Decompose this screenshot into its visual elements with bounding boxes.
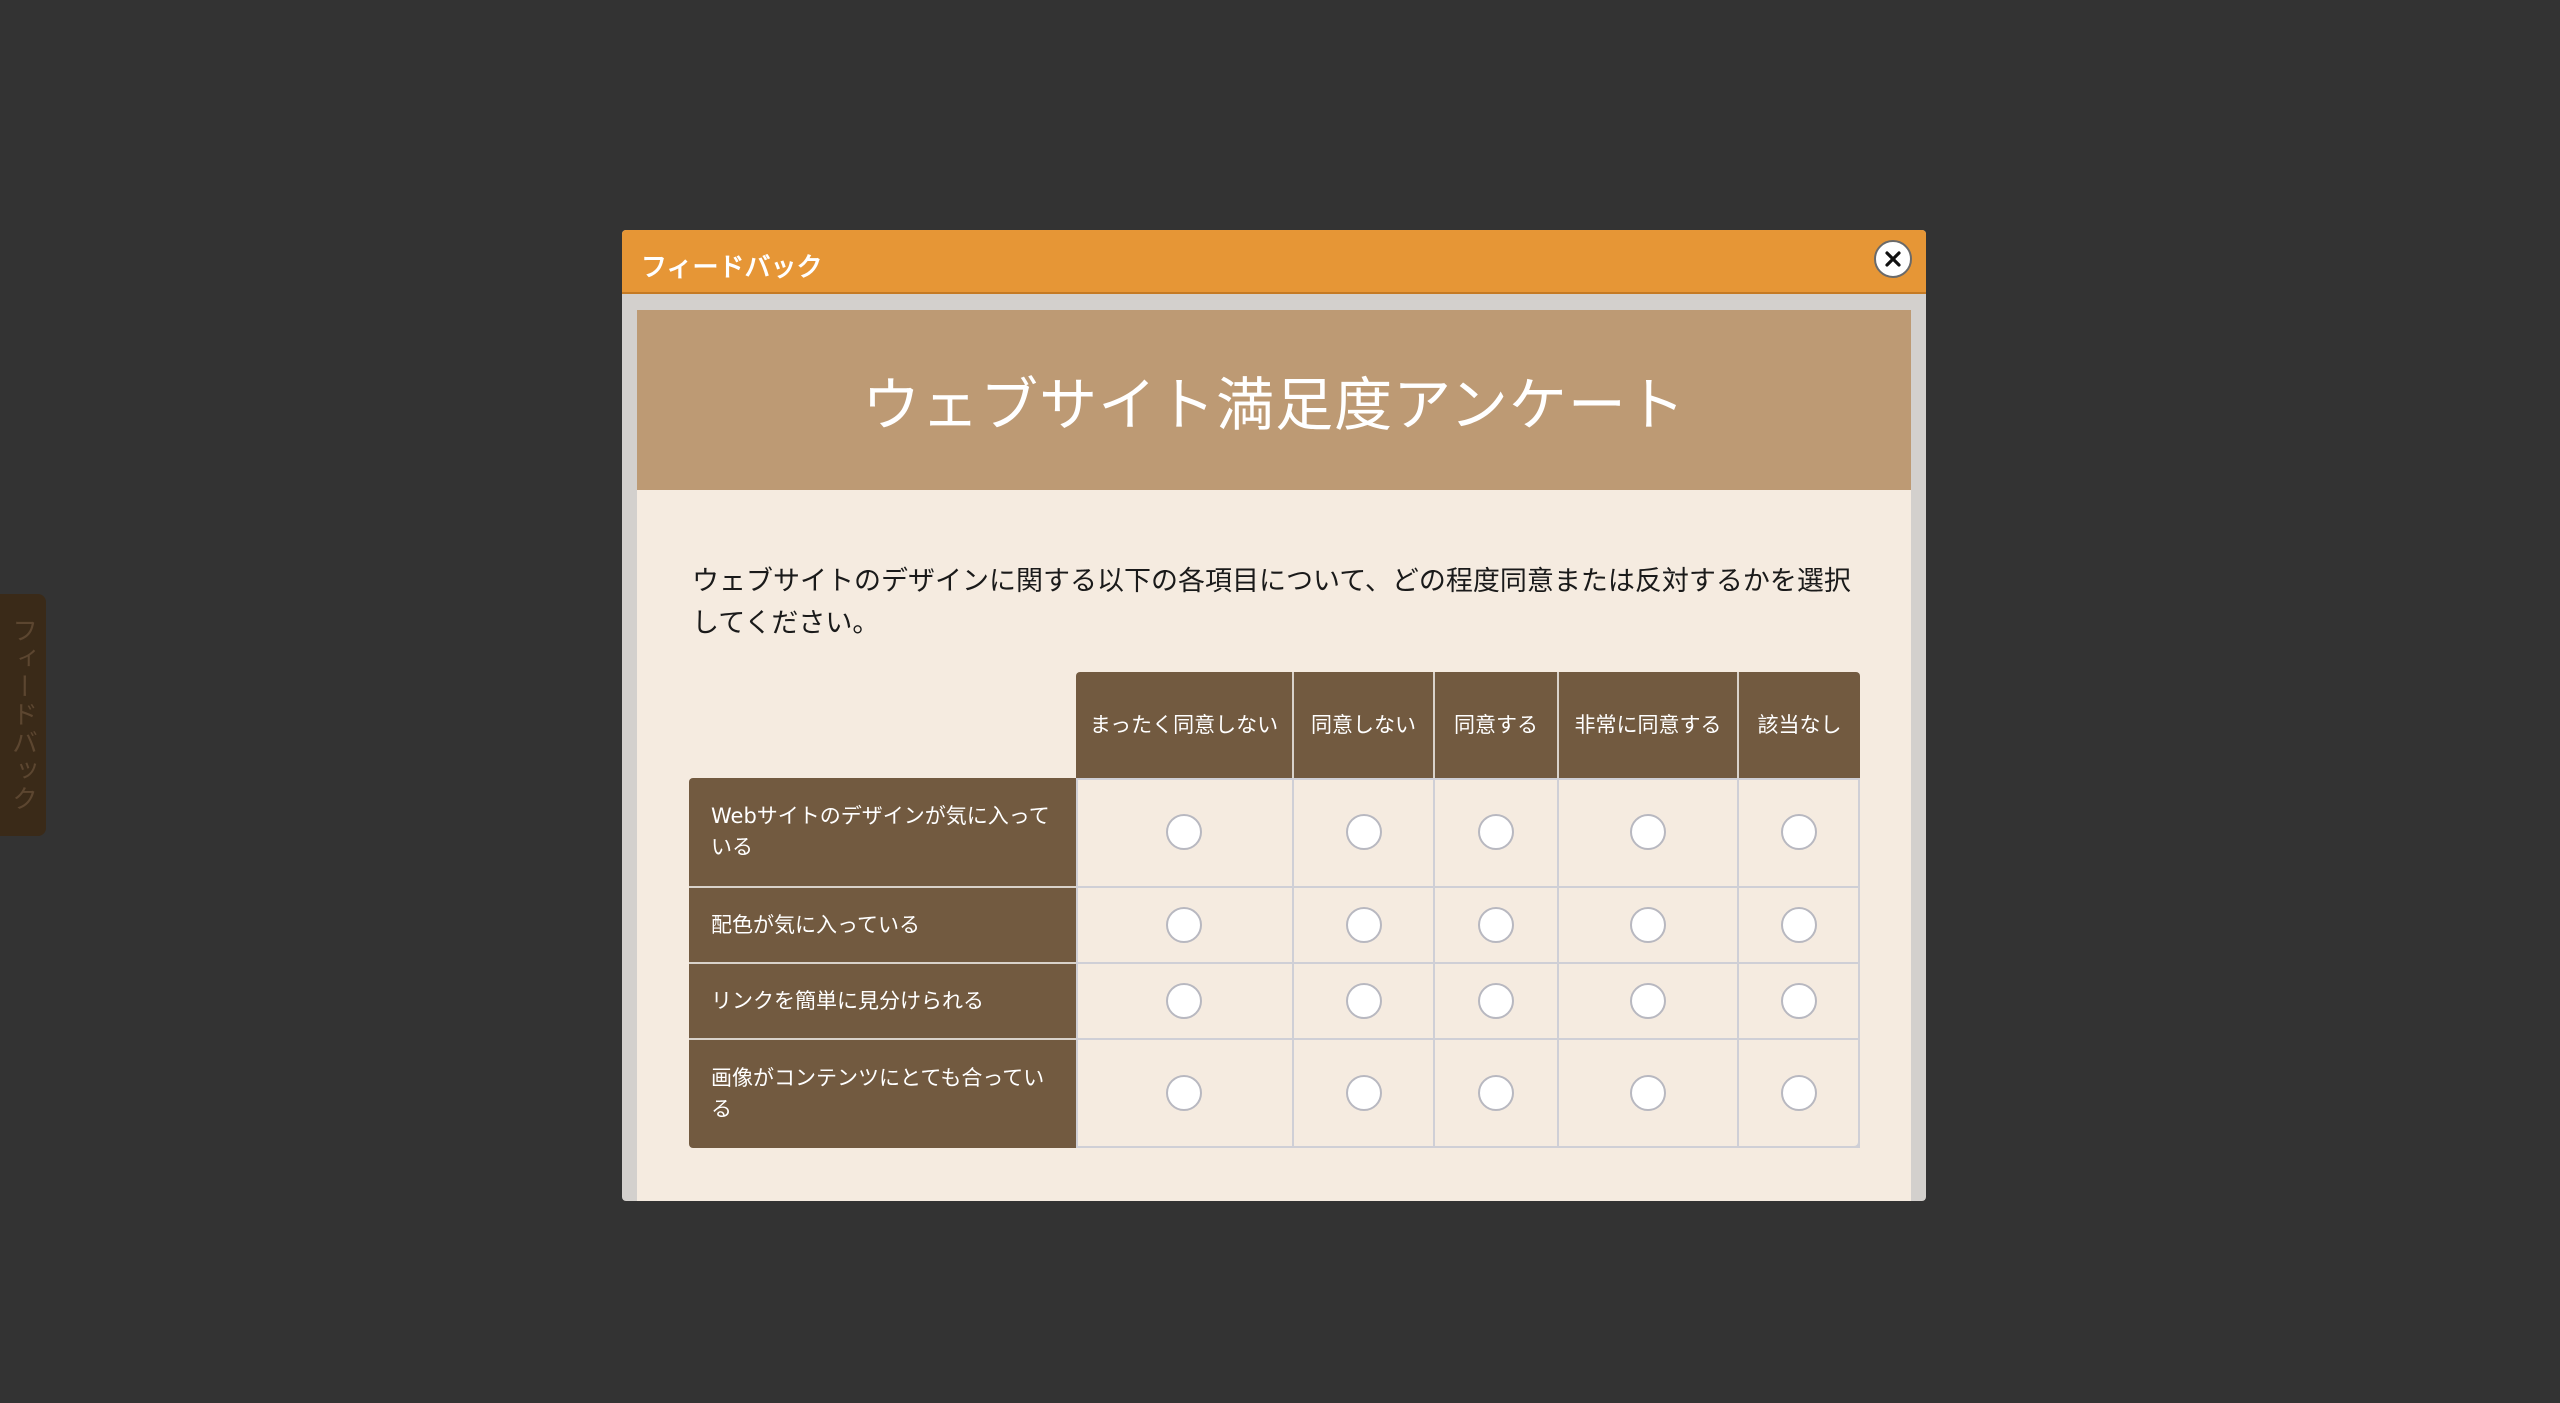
row-header: 配色が気に入っている: [689, 888, 1077, 964]
column-header: 該当なし: [1739, 672, 1860, 778]
matrix-cell: [1076, 888, 1294, 964]
radio-button[interactable]: [1478, 983, 1514, 1019]
radio-button[interactable]: [1478, 907, 1514, 943]
feedback-side-tab-label: フィードバック: [7, 617, 38, 813]
row-header: Webサイトのデザインが気に入っている: [689, 778, 1077, 888]
matrix-cell: [1559, 888, 1739, 964]
radio-button[interactable]: [1478, 814, 1514, 850]
matrix-cell: [1294, 778, 1435, 888]
radio-button[interactable]: [1630, 1075, 1666, 1111]
radio-button[interactable]: [1780, 814, 1817, 850]
matrix-cell: [1739, 964, 1860, 1040]
matrix-cell: [1294, 888, 1435, 964]
matrix-cell: [1559, 1040, 1739, 1148]
radio-button[interactable]: [1166, 1075, 1202, 1111]
radio-button[interactable]: [1345, 1075, 1382, 1111]
column-header: 同意しない: [1294, 672, 1435, 778]
column-header: 同意する: [1435, 672, 1559, 778]
radio-button[interactable]: [1345, 907, 1382, 943]
radio-button[interactable]: [1630, 983, 1666, 1019]
matrix-cell: [1739, 1040, 1860, 1148]
radio-button[interactable]: [1478, 1075, 1514, 1111]
feedback-side-tab[interactable]: フィードバック: [0, 594, 46, 836]
matrix-cell: [1739, 888, 1860, 964]
matrix-cell: [1076, 1040, 1294, 1148]
radio-button[interactable]: [1345, 983, 1382, 1019]
survey-instructions: ウェブサイトのデザインに関する以下の各項目について、どの程度同意または反対するか…: [692, 566, 1851, 639]
radio-button[interactable]: [1166, 814, 1202, 850]
survey-title: ウェブサイト満足度アンケート: [862, 371, 1686, 439]
radio-button[interactable]: [1166, 983, 1202, 1019]
survey-banner: ウェブサイト満足度アンケート: [637, 310, 1911, 490]
matrix-cell: [1435, 778, 1559, 888]
row-header: 画像がコンテンツにとても合っている: [689, 1040, 1077, 1148]
matrix-cell: [1076, 964, 1294, 1040]
matrix-cell: [1294, 1040, 1435, 1148]
radio-button[interactable]: [1780, 907, 1817, 943]
close-icon: [1885, 251, 1901, 267]
dialog-titlebar: フィードバック: [622, 230, 1926, 294]
radio-button[interactable]: [1630, 814, 1666, 850]
dialog-title: フィードバック: [641, 253, 823, 283]
radio-button[interactable]: [1345, 814, 1382, 850]
matrix-cell: [1559, 778, 1739, 888]
column-header: まったく同意しない: [1076, 672, 1294, 778]
matrix-cell: [1435, 964, 1559, 1040]
matrix-cell: [1739, 778, 1860, 888]
radio-button[interactable]: [1630, 907, 1666, 943]
close-button[interactable]: [1874, 240, 1912, 278]
column-header: 非常に同意する: [1559, 672, 1739, 778]
matrix-cell: [1294, 964, 1435, 1040]
matrix-cell: [1435, 1040, 1559, 1148]
radio-button[interactable]: [1166, 907, 1202, 943]
radio-button[interactable]: [1780, 983, 1817, 1019]
matrix-cell: [1559, 964, 1739, 1040]
matrix-cell: [1435, 888, 1559, 964]
radio-button[interactable]: [1780, 1075, 1817, 1111]
row-header: リンクを簡単に見分けられる: [689, 964, 1077, 1040]
matrix-cell: [1076, 778, 1294, 888]
